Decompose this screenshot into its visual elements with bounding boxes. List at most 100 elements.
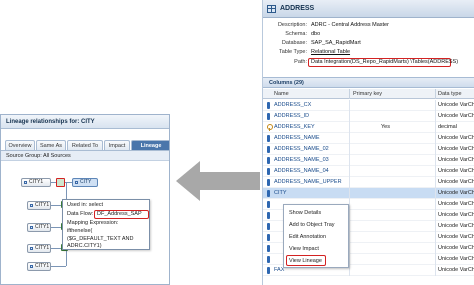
column-name[interactable]: ADDRESS_CX [274, 102, 311, 108]
column-divider [349, 265, 350, 276]
column-divider [349, 144, 350, 155]
property-value: Data Integration(DS_Repo_RapidMarts) \Ta… [311, 59, 459, 65]
data-flow-button-highlighted[interactable] [56, 178, 65, 187]
column-divider [435, 265, 436, 276]
tab-related-to[interactable]: Related To [67, 140, 103, 150]
column-divider [435, 166, 436, 177]
column-name[interactable]: ADDRESS_NAME [274, 135, 320, 141]
target-node-city[interactable]: CITY [72, 178, 98, 187]
data-type-value: Unicode VarCh [438, 267, 474, 273]
table-row[interactable]: ADDRESS_NAME_03 Unicode VarCh [263, 155, 474, 166]
menu-item-edit-annotation[interactable]: Edit Annotation [284, 231, 348, 243]
column-icon [267, 234, 270, 241]
column-divider [435, 210, 436, 221]
source-node-city1[interactable]: CITY1 [27, 262, 51, 271]
data-type-value: Unicode VarChar [438, 102, 474, 108]
tab-overview[interactable]: Overview [5, 140, 35, 150]
table-row[interactable]: ADDRESS_CX Unicode VarChar [263, 100, 474, 111]
column-divider [435, 199, 436, 210]
column-divider [349, 111, 350, 122]
data-type-value: Unicode VarCh [438, 179, 474, 185]
menu-item-show-details[interactable]: Show Details [284, 207, 348, 219]
tab-same-as[interactable]: Same As [36, 140, 66, 150]
table-row[interactable]: ADDRESS_ID Unicode VarCh [263, 111, 474, 122]
table-row[interactable]: ADDRESS_NAME_UPPER Unicode VarCh [263, 177, 474, 188]
tooltip-mapping-line: ADRC.CITY1) [67, 243, 102, 249]
menu-item-view-impact[interactable]: View Impact [284, 243, 348, 255]
data-type-value: Unicode VarCh [438, 135, 474, 141]
column-divider [435, 111, 436, 122]
view-lineage-highlight-box [286, 255, 326, 266]
table-row[interactable]: ADDRESS_NAME Unicode VarCh [263, 133, 474, 144]
column-divider [349, 188, 350, 199]
context-menu: Show Details Add to Object Tray Edit Ann… [283, 204, 349, 268]
source-node-city1[interactable]: CITY1 [21, 178, 51, 187]
column-name[interactable]: ADDRESS_NAME_03 [274, 157, 329, 163]
column-icon [267, 223, 270, 230]
tab-impact[interactable]: Impact [104, 140, 130, 150]
column-divider [349, 133, 350, 144]
node-label: CITY1 [29, 179, 44, 185]
tooltip-data-flow-label: Data Flow: [67, 211, 94, 217]
table-title: ADDRESS [280, 5, 315, 12]
property-label: Table Type: [278, 49, 307, 55]
table-icon [267, 5, 276, 13]
columns-section-header[interactable]: Columns (29) [263, 77, 474, 88]
column-name[interactable]: ADDRESS_KEY [274, 124, 315, 130]
column-divider [435, 89, 436, 99]
source-node-city1[interactable]: CITY1 [27, 201, 51, 210]
column-name[interactable]: ADDRESS_NAME_04 [274, 168, 329, 174]
source-node-city1[interactable]: CITY1 [27, 223, 51, 232]
column-divider [349, 254, 350, 265]
lineage-title: Lineage relationships for: CITY [6, 119, 95, 125]
columns-title: Columns (29) [269, 80, 304, 86]
property-value: dbo [311, 31, 321, 37]
table-row[interactable]: ADDRESS_KEY Yes decimal [263, 122, 474, 133]
source-group-bar[interactable]: Source Group: All Sources [1, 151, 169, 161]
column-divider [349, 177, 350, 188]
table-row[interactable]: ADDRESS_NAME_02 Unicode VarCh [263, 144, 474, 155]
source-node-city1[interactable]: CITY1 [27, 244, 51, 253]
column-divider [349, 100, 350, 111]
header-data-type[interactable]: Data type [438, 91, 462, 97]
menu-item-add-to-object-tray[interactable]: Add to Object Tray [284, 219, 348, 231]
data-flow-tooltip: Used in: select Data Flow: DF_Address_SA… [62, 199, 150, 250]
column-icon [267, 201, 270, 208]
column-name[interactable]: ADDRESS_NAME_02 [274, 146, 329, 152]
property-label: Schema: [285, 31, 307, 37]
data-type-value: Unicode VarCh [438, 113, 474, 119]
node-label: CITY1 [35, 263, 50, 269]
column-name[interactable]: ADDRESS_ID [274, 113, 309, 119]
tab-lineage[interactable]: Lineage [131, 140, 169, 150]
column-node-icon [30, 247, 33, 250]
column-node-icon [30, 226, 33, 229]
data-type-value: Unicode VarCh [438, 146, 474, 152]
data-type-value: Unicode VarCh [438, 223, 474, 229]
column-node-icon [30, 265, 33, 268]
column-icon [267, 135, 270, 142]
table-row[interactable]: ADDRESS_NAME_04 Unicode VarCh [263, 166, 474, 177]
property-database: Database: SAP_SA_RapidMart [263, 39, 474, 48]
property-label: Path: [294, 59, 307, 65]
node-label: CITY1 [35, 224, 50, 230]
column-divider [349, 210, 350, 221]
property-table-type: Table Type: Relational Table [263, 48, 474, 57]
header-name[interactable]: Name [274, 91, 289, 97]
table-row[interactable]: CITY Unicode VarCh [263, 188, 474, 199]
header-primary-key[interactable]: Primary key [353, 91, 382, 97]
tooltip-data-flow-value: DF_Address_SAP [97, 211, 142, 217]
column-divider [435, 144, 436, 155]
column-icon [267, 245, 270, 252]
property-schema: Schema: dbo [263, 30, 474, 39]
data-type-value: Unicode VarCh [438, 212, 474, 218]
column-name[interactable]: ADDRESS_NAME_UPPER [274, 179, 342, 185]
column-icon [267, 190, 270, 197]
node-label: CITY1 [35, 245, 50, 251]
column-name[interactable]: CITY [274, 190, 287, 196]
column-divider [435, 254, 436, 265]
column-icon [267, 168, 270, 175]
column-icon [267, 212, 270, 219]
property-value: SAP_SA_RapidMart [311, 40, 361, 46]
column-divider [349, 199, 350, 210]
property-value[interactable]: Relational Table [311, 48, 350, 57]
